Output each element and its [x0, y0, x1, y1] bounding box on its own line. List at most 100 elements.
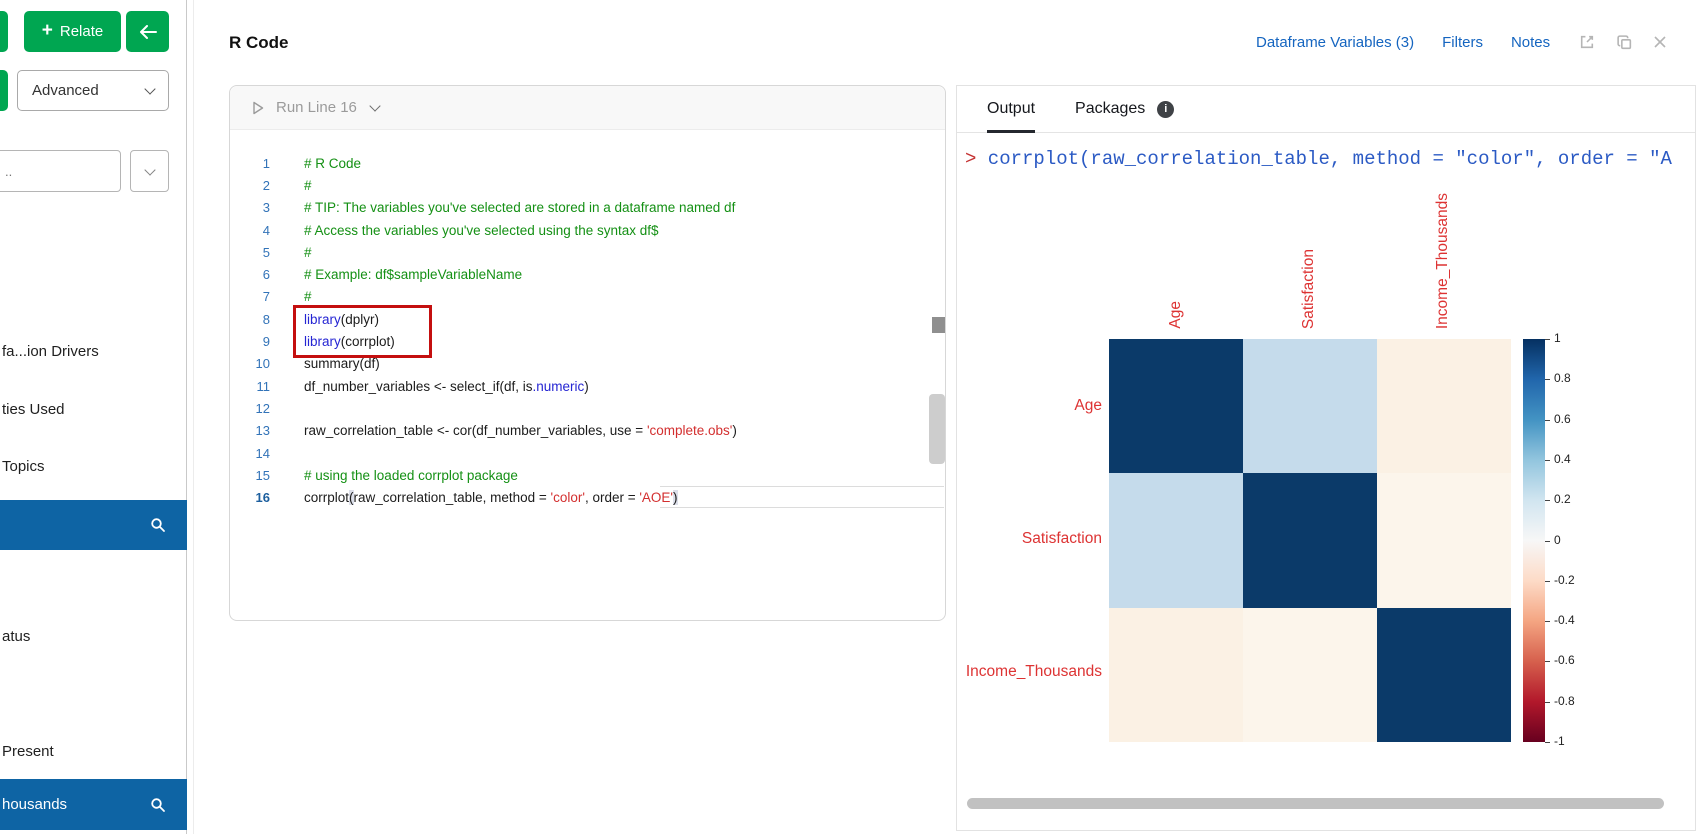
console-prompt: >: [965, 148, 976, 170]
dataframe-variables-link[interactable]: Dataframe Variables (3): [1256, 34, 1414, 51]
line-number: 8: [230, 312, 270, 327]
line-number: 5: [230, 245, 270, 260]
code-line[interactable]: 7#: [230, 286, 945, 308]
heatmap-row-label: Income_Thousands: [957, 663, 1102, 681]
corr-cell-Income_Thousands-Income_Thousands: [1377, 608, 1511, 742]
line-number: 6: [230, 267, 270, 282]
output-panel: Output Packages i > corrplot(raw_correla…: [956, 85, 1696, 831]
play-icon: [252, 101, 264, 115]
code-line[interactable]: 12: [230, 397, 945, 419]
code-editor-card: Run Line 16 1# R Code2#3# TIP: The varia…: [229, 85, 946, 621]
advanced-dropdown[interactable]: Advanced: [17, 70, 169, 111]
code-area[interactable]: 1# R Code2#3# TIP: The variables you've …: [230, 130, 945, 509]
cropped-green-button[interactable]: [0, 11, 8, 52]
popout-icon[interactable]: [1578, 33, 1596, 51]
duplicate-icon[interactable]: [1616, 34, 1633, 51]
line-number: 12: [230, 401, 270, 416]
search-icon: [150, 517, 166, 533]
dialog-header-actions: Dataframe Variables (3) Filters Notes: [1256, 33, 1667, 51]
dialog-title: R Code: [229, 33, 289, 53]
sidebar-item[interactable]: atus: [2, 628, 30, 645]
heatmap-row-label: Age: [957, 397, 1102, 415]
info-icon[interactable]: i: [1157, 101, 1174, 118]
colorbar-tick: [1545, 702, 1550, 703]
code-line[interactable]: 14: [230, 442, 945, 464]
line-number: 10: [230, 356, 270, 371]
colorbar-tick: [1545, 621, 1550, 622]
sidebar-item[interactable]: ties Used: [2, 401, 65, 418]
tab-packages[interactable]: Packages: [1075, 86, 1145, 133]
colorbar-tick-label: 0: [1554, 533, 1561, 547]
code-line[interactable]: 8library(dplyr): [230, 308, 945, 330]
corr-cell-Age-Satisfaction: [1243, 339, 1377, 473]
active-line-indicator: [660, 486, 944, 508]
cropped-green-button[interactable]: [0, 70, 8, 111]
colorbar-tick: [1545, 500, 1550, 501]
rcode-dialog: R Code Dataframe Variables (3) Filters N…: [193, 0, 1700, 834]
corr-cell-Satisfaction-Age: [1109, 473, 1243, 607]
colorbar-tick-label: -0.2: [1554, 573, 1575, 587]
colorbar-tick-label: 1: [1554, 331, 1561, 345]
code-line[interactable]: 6# Example: df$sampleVariableName: [230, 263, 945, 285]
variable-dropdown-button[interactable]: [130, 150, 169, 192]
code-line[interactable]: 10summary(df): [230, 353, 945, 375]
code-line[interactable]: 5#: [230, 241, 945, 263]
code-line[interactable]: 11df_number_variables <- select_if(df, i…: [230, 375, 945, 397]
colorbar-tick-label: 0.8: [1554, 371, 1571, 385]
heatmap-col-label: Age: [1167, 301, 1185, 329]
code-line[interactable]: 3# TIP: The variables you've selected ar…: [230, 197, 945, 219]
relate-button[interactable]: + Relate: [24, 11, 121, 52]
line-number: 2: [230, 178, 270, 193]
back-button[interactable]: [126, 11, 169, 52]
line-number: 16: [230, 490, 270, 505]
variable-input[interactable]: [0, 150, 121, 192]
run-line-button[interactable]: Run Line 16: [252, 99, 379, 116]
heatmap-row-label: Satisfaction: [957, 530, 1102, 548]
plus-icon: +: [42, 20, 53, 42]
colorbar-tick: [1545, 339, 1550, 340]
editor-scrollbar-thumb[interactable]: [932, 317, 945, 333]
tab-output[interactable]: Output: [987, 86, 1035, 133]
code-line[interactable]: 15# using the loaded corrplot package: [230, 464, 945, 486]
colorbar-tick-label: 0.4: [1554, 452, 1571, 466]
colorbar-tick: [1545, 581, 1550, 582]
colorbar-tick-label: -0.4: [1554, 613, 1575, 627]
sidebar-item-label: housands: [2, 796, 67, 813]
sidebar-item[interactable]: Topics: [2, 458, 45, 475]
editor-scrollbar-thumb[interactable]: [929, 394, 945, 464]
chevron-down-icon: [369, 100, 380, 111]
corr-cell-Income_Thousands-Satisfaction: [1243, 608, 1377, 742]
line-number: 9: [230, 334, 270, 349]
arrow-left-icon: [139, 25, 157, 39]
corr-cell-Satisfaction-Satisfaction: [1243, 473, 1377, 607]
code-line[interactable]: 2#: [230, 174, 945, 196]
sidebar-item[interactable]: fa...ion Drivers: [2, 343, 99, 360]
code-line[interactable]: 13raw_correlation_table <- cor(df_number…: [230, 420, 945, 442]
sidebar-item[interactable]: Present: [2, 743, 54, 760]
code-line[interactable]: 1# R Code: [230, 152, 945, 174]
editor-toolbar: Run Line 16: [230, 86, 945, 130]
code-line[interactable]: 4# Access the variables you've selected …: [230, 219, 945, 241]
corr-cell-Age-Age: [1109, 339, 1243, 473]
colorbar-tick: [1545, 460, 1550, 461]
colorbar-tick-label: -0.8: [1554, 694, 1575, 708]
line-number: 1: [230, 156, 270, 171]
colorbar-tick: [1545, 420, 1550, 421]
notes-link[interactable]: Notes: [1511, 34, 1550, 51]
line-number: 11: [230, 379, 270, 394]
filters-link[interactable]: Filters: [1442, 34, 1483, 51]
sidebar-item-selected[interactable]: housands: [0, 779, 187, 830]
code-line[interactable]: 9library(corrplot): [230, 330, 945, 352]
line-number: 4: [230, 223, 270, 238]
close-icon[interactable]: [1653, 35, 1667, 49]
colorbar-tick: [1545, 541, 1550, 542]
colorbar-tick: [1545, 379, 1550, 380]
correlation-heatmap: [1109, 339, 1511, 742]
run-line-label: Run Line 16: [276, 99, 357, 116]
line-number: 7: [230, 289, 270, 304]
sidebar-item-selected[interactable]: [0, 500, 187, 550]
heatmap-col-label: Satisfaction: [1300, 249, 1318, 329]
horizontal-scrollbar[interactable]: [967, 798, 1664, 809]
colorbar-tick-label: -0.6: [1554, 653, 1575, 667]
sidebar: + Relate Advanced fa...ion Drivers ties …: [0, 0, 187, 834]
